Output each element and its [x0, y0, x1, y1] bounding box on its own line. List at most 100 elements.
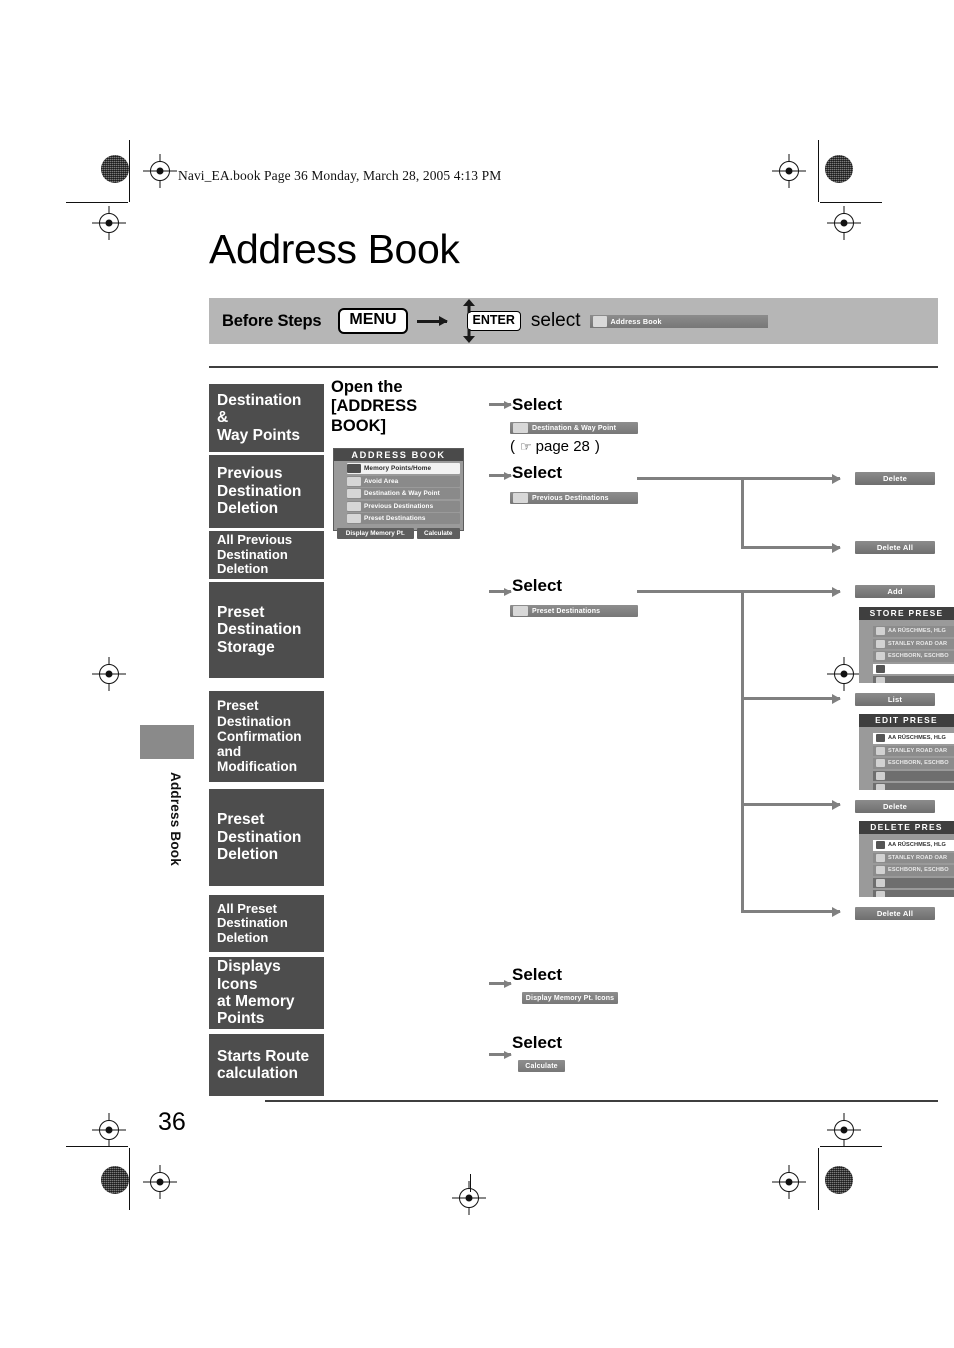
preset-entry-icon	[876, 677, 885, 683]
registration-mark-bottom-right-inner	[772, 1165, 806, 1199]
result-preset-delete-button[interactable]: Delete	[855, 800, 935, 813]
store-preset-panel: STORE PRESE AA RÜSCHMES, HLG STANLEY ROA…	[859, 607, 954, 683]
connector-to-delete	[637, 477, 840, 480]
sidebar-item-all-preset-destination-deletion[interactable]: All Preset Destination Deletion	[209, 895, 324, 952]
destination-waypoint-icon	[347, 489, 361, 499]
address-book-screen: ADDRESS BOOK Memory Points/Home Avoid Ar…	[333, 448, 464, 548]
registration-circle-top-right	[822, 152, 856, 186]
before-steps-target-label: Address Book	[610, 316, 662, 326]
sidebar-item-label: All Preset Destination Deletion	[217, 900, 288, 945]
delete-preset-row[interactable]: STANLEY ROAD OAR	[873, 852, 954, 863]
preset-entry-icon	[876, 784, 885, 790]
step-arrow-icon	[489, 474, 511, 477]
sidebar-item-preset-destination-deletion[interactable]: Preset Destination Deletion	[209, 789, 324, 886]
sidebar-item-starts-route-calculation[interactable]: Starts Route calculation	[209, 1034, 324, 1096]
edit-preset-row[interactable]: ESCHBORN, ESCHBO	[873, 758, 954, 769]
sidebar-item-previous-destination-deletion[interactable]: Previous Destination Deletion	[209, 455, 324, 528]
connector-trunk-preset	[741, 590, 744, 913]
step-chip-preset-destinations[interactable]: Preset Destinations	[510, 605, 638, 617]
registration-mark-bottom-left-inner	[143, 1165, 177, 1199]
result-delete-button[interactable]: Delete	[855, 472, 935, 485]
step-arrow-icon	[489, 403, 511, 406]
step-chip-previous-destinations[interactable]: Previous Destinations	[510, 492, 638, 504]
screen-row-destination-waypoint[interactable]: Destination & Way Point	[347, 488, 460, 500]
delete-preset-row-label: AA RÜSCHMES, HLG	[888, 842, 946, 849]
registration-mark-mid-left	[92, 206, 126, 240]
crop-line-bottom-left	[66, 1146, 128, 1147]
store-preset-panel-title: STORE PRESE	[859, 607, 954, 620]
preset-entry-icon	[876, 878, 885, 887]
connector-to-preset-delete-all	[741, 910, 840, 913]
store-preset-row[interactable]	[873, 663, 954, 674]
display-memory-icons-button[interactable]: Display Memory Pt. Icons	[337, 527, 414, 548]
delete-preset-row[interactable]: AA RÜSCHMES, HLG	[873, 840, 954, 851]
step-heading-1: Select	[512, 395, 563, 414]
registration-mark-bottom-center	[452, 1181, 486, 1215]
sidebar-item-all-previous-destination-deletion[interactable]: All Previous Destination Deletion	[209, 531, 324, 579]
preset-entry-icon	[876, 664, 885, 673]
calculate-button[interactable]: Calculate	[416, 527, 460, 539]
preset-entry-icon	[876, 746, 885, 755]
crop-line-bottom-right	[820, 1146, 882, 1147]
screen-row-previous-destinations[interactable]: Previous Destinations	[347, 500, 460, 512]
address-book-screen-title: ADDRESS BOOK	[334, 449, 463, 461]
delete-preset-row[interactable]: ESCHBORN, ESCHBO	[873, 865, 954, 876]
store-preset-row[interactable]: ESCHBORN, ESCHBO	[873, 651, 954, 662]
delete-preset-row[interactable]	[873, 877, 954, 888]
step-heading-5: Select	[512, 1033, 563, 1052]
result-list-button[interactable]: List	[855, 693, 935, 706]
sidebar-item-label: Preset Destination Confirmation and Modi…	[217, 698, 302, 775]
edit-preset-row[interactable]	[873, 783, 954, 790]
edit-preset-rows: AA RÜSCHMES, HLG STANLEY ROAD OAR ESCHBO…	[859, 727, 954, 790]
sidebar-item-preset-destination-confirmation[interactable]: Preset Destination Confirmation and Modi…	[209, 691, 324, 782]
step-chip-calculate[interactable]: Calculate	[518, 1060, 565, 1072]
registration-mark-left-center	[92, 657, 126, 691]
screen-row-avoid-area[interactable]: Avoid Area	[347, 475, 460, 487]
result-add-button[interactable]: Add	[855, 585, 935, 598]
edit-preset-row[interactable]: AA RÜSCHMES, HLG	[873, 733, 954, 744]
store-preset-row[interactable]: STANLEY ROAD OAR	[873, 638, 954, 649]
address-book-screen-rows: Memory Points/Home Avoid Area Destinatio…	[334, 461, 463, 527]
screen-row-preset-destinations[interactable]: Preset Destinations	[347, 513, 460, 525]
screen-row-label: Avoid Area	[364, 477, 399, 485]
step-arrow-icon	[489, 982, 511, 985]
preset-entry-icon	[876, 759, 885, 768]
step-chip-label: Display Memory Pt. Icons	[525, 994, 615, 1002]
registration-mark-top-left	[143, 154, 177, 188]
crop-line-top-center	[470, 1174, 471, 1192]
sidebar-item-preset-destination-storage[interactable]: Preset Destination Storage	[209, 582, 324, 678]
edit-preset-panel: EDIT PRESE AA RÜSCHMES, HLG STANLEY ROAD…	[859, 714, 954, 790]
registration-mark-mid-right	[827, 206, 861, 240]
before-steps-band: Before Steps MENU ENTER select Address B…	[209, 298, 938, 344]
pointing-hand-icon: ☞	[520, 438, 532, 454]
menu-key-button[interactable]: MENU	[338, 308, 408, 334]
step-chip-label: Previous Destinations	[532, 494, 609, 502]
store-preset-row[interactable]: AA RÜSCHMES, HLG	[873, 626, 954, 637]
step-chip-display-memory-icons[interactable]: Display Memory Pt. Icons	[522, 992, 618, 1004]
delete-preset-row-label: STANLEY ROAD OAR	[888, 854, 948, 861]
sidebar-item-label: All Previous Destination Deletion	[217, 532, 293, 577]
store-preset-row[interactable]	[873, 676, 954, 683]
crop-line-top-left	[66, 202, 128, 203]
step-chip-destination-waypoint[interactable]: Destination & Way Point	[510, 422, 638, 434]
before-steps-target-chip[interactable]: Address Book	[589, 314, 768, 328]
registration-mark-right-center	[827, 657, 861, 691]
registration-circle-bottom-left	[98, 1163, 132, 1197]
registration-mark-top-right-inner	[772, 154, 806, 188]
edit-preset-row[interactable]: STANLEY ROAD OAR	[873, 745, 954, 756]
result-delete-all-button[interactable]: Delete All	[855, 541, 935, 554]
step-heading-4: Select	[512, 965, 563, 984]
delete-preset-row[interactable]	[873, 890, 954, 897]
edit-preset-panel-title: EDIT PRESE	[859, 714, 954, 727]
screen-row-memory-points[interactable]: Memory Points/Home	[347, 463, 460, 474]
registration-mark-bottom-left	[92, 1113, 126, 1147]
open-address-book-heading: Open the [ADDRESS BOOK]	[331, 378, 418, 435]
store-preset-row-label: AA RÜSCHMES, HLG	[888, 628, 946, 635]
delete-preset-panel: DELETE PRES AA RÜSCHMES, HLG STANLEY ROA…	[859, 821, 954, 897]
sidebar-item-displays-icons-memory-points[interactable]: Displays Icons at Memory Points	[209, 957, 324, 1029]
edit-preset-row[interactable]	[873, 770, 954, 781]
result-preset-delete-all-button[interactable]: Delete All	[855, 907, 935, 920]
sidebar-item-label: Displays Icons at Memory Points	[217, 958, 295, 1028]
registration-mark-bottom-right	[827, 1113, 861, 1147]
sidebar-item-destination-way-points[interactable]: Destination & Way Points	[209, 384, 324, 452]
